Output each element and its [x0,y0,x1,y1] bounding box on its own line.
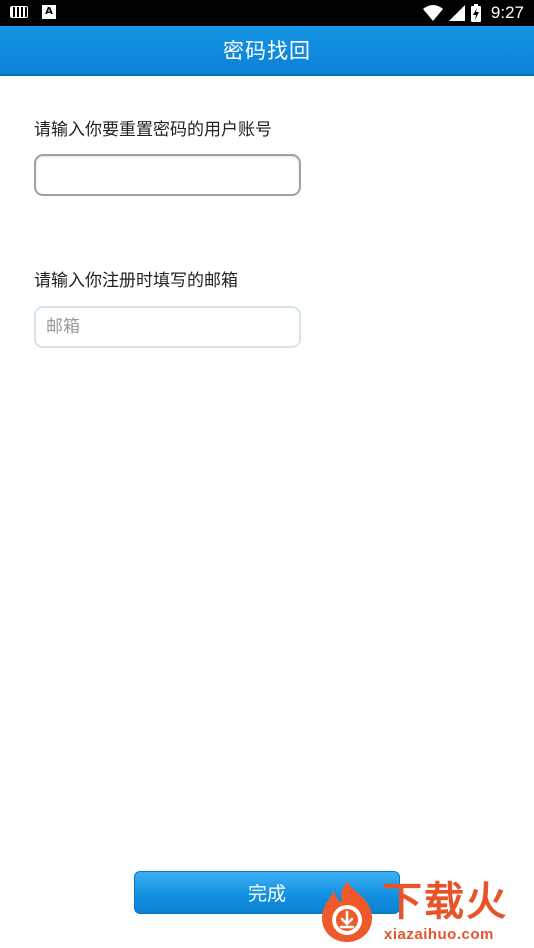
signal-icon [448,5,465,21]
a-notification-icon: A [42,5,56,19]
watermark-brand: 下载火 [382,879,508,925]
status-bar: A 9:27 [0,0,534,26]
email-label: 请输入你注册时填写的邮箱 [34,271,238,291]
status-right: 9:27 [422,3,524,23]
status-left: A [10,5,56,19]
wifi-icon [422,5,443,21]
status-time: 9:27 [490,3,524,22]
email-input[interactable] [34,306,301,348]
watermark: 下载火 xiazaihuo.com [314,878,534,948]
username-label: 请输入你要重置密码的用户账号 [34,120,272,140]
battery-charging-icon [470,4,481,22]
watermark-domain: xiazaihuo.com [384,926,494,943]
username-input[interactable] [34,154,301,196]
flame-logo-icon [322,882,372,942]
page-title: 密码找回 [223,39,311,63]
screen: A 9:27 密码找回 请输入你要重置密码的用户账号 请输入你注册时填写的邮箱 … [0,0,534,948]
title-bar: 密码找回 [0,26,534,76]
keyboard-icon [10,6,28,18]
